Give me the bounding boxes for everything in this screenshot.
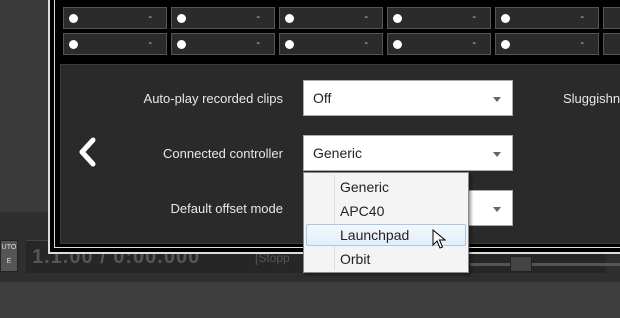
dropdown-option-generic[interactable]: Generic [306,176,466,198]
slot-dot-icon [285,14,294,23]
clip-slot[interactable]: - [63,7,167,29]
chevron-down-icon [493,152,501,157]
controller-select[interactable]: Generic [303,135,513,171]
slot-dot-icon [501,40,510,49]
automation-button-line2: E [6,258,12,265]
autoplay-select-value: Off [313,90,332,106]
autoplay-select[interactable]: Off [303,80,513,116]
slot-label: - [472,37,476,49]
autoplay-label: Auto-play recorded clips [143,91,283,106]
slot-dot-icon [393,40,402,49]
clip-grid: - - - - - - - - - - [63,7,620,59]
automation-button[interactable]: UTO E [0,240,18,272]
clip-slot[interactable]: - [495,33,599,55]
clip-slot[interactable]: - [279,33,383,55]
clip-slot[interactable]: - [171,7,275,29]
slot-dot-icon [177,14,186,23]
slot-dot-icon [501,14,510,23]
sluggishness-label: Sluggishne [563,91,620,106]
clip-slot[interactable]: - [171,33,275,55]
slot-dot-icon [69,14,78,23]
clip-slot[interactable] [603,33,620,55]
background-lower-area [0,282,620,318]
volume-slider-track[interactable] [470,263,620,266]
chevron-down-icon [493,97,501,102]
offset-mode-label: Default offset mode [170,201,284,216]
slot-label: - [148,37,152,49]
slot-dot-icon [285,40,294,49]
controller-select-value: Generic [313,145,363,161]
mouse-pointer-icon [432,228,447,254]
slot-label: - [472,11,476,23]
slot-dot-icon [69,40,78,49]
dropdown-option-apc40[interactable]: APC40 [306,200,466,222]
slot-label: - [148,11,152,23]
slot-label: - [256,11,260,23]
slot-dot-icon [177,40,186,49]
controller-label: Connected controller [163,146,283,161]
controller-dropdown-list: Generic APC40 Launchpad Orbit [303,172,469,273]
automation-button-line1: UTO [1,244,17,251]
chevron-down-icon [493,207,501,212]
clip-slot[interactable]: - [495,7,599,29]
volume-slider-thumb[interactable] [510,256,532,272]
clip-slot[interactable]: - [63,33,167,55]
slot-label: - [256,37,260,49]
slot-label: - [364,37,368,49]
slot-dot-icon [393,14,402,23]
slot-label: - [580,11,584,23]
clip-slot[interactable]: - [387,33,491,55]
slot-label: - [364,11,368,23]
clip-slot[interactable]: - [387,7,491,29]
clip-slot[interactable] [603,7,620,29]
clip-slot[interactable]: - [279,7,383,29]
slot-label: - [580,37,584,49]
